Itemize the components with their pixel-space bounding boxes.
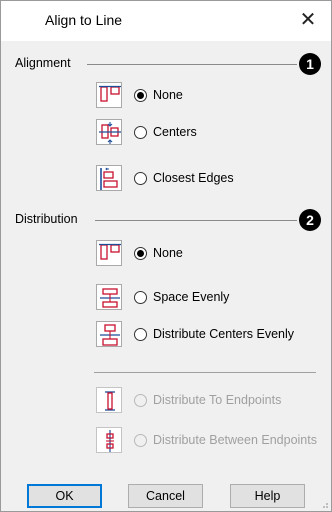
help-button[interactable]: Help <box>230 484 305 508</box>
distribution-centers-evenly-radio[interactable] <box>134 328 147 341</box>
between-endpoints-icon <box>96 427 122 453</box>
distribution-centers-evenly-label: Distribute Centers Evenly <box>153 327 295 341</box>
alignment-none-radio[interactable] <box>134 89 147 102</box>
alignment-centers-label: Centers <box>153 125 197 139</box>
distribute-between-endpoints-radio <box>134 434 147 447</box>
align-none-icon[interactable] <box>96 82 122 108</box>
resize-grip-icon[interactable] <box>319 499 329 509</box>
alignment-divider <box>87 64 297 65</box>
alignment-closest-edges-radio[interactable] <box>134 172 147 185</box>
align-to-line-dialog: Align to Line ✕ Alignment 1 None Centers… <box>0 0 332 512</box>
align-centers-icon[interactable] <box>96 119 122 145</box>
distribution-section-label: Distribution <box>15 212 78 226</box>
distribution-space-evenly-radio[interactable] <box>134 291 147 304</box>
dialog-title: Align to Line <box>45 12 123 28</box>
alignment-closest-edges-label: Closest Edges <box>153 171 234 185</box>
ok-button[interactable]: OK <box>27 484 102 508</box>
endpoints-icon <box>96 387 122 413</box>
close-icon[interactable]: ✕ <box>291 5 325 35</box>
distribute-to-endpoints-label: Distribute To Endpoints <box>153 393 282 407</box>
disabled-options-separator <box>94 372 316 373</box>
distribution-none-label: None <box>153 246 183 260</box>
align-edges-icon[interactable] <box>96 165 122 191</box>
alignment-none-label: None <box>153 88 183 102</box>
distribute-centers-icon[interactable] <box>96 321 122 347</box>
callout-badge-1: 1 <box>299 53 321 75</box>
distribute-between-endpoints-label: Distribute Between Endpoints <box>153 433 317 447</box>
alignment-centers-radio[interactable] <box>134 126 147 139</box>
distribute-none-icon[interactable] <box>96 240 122 266</box>
dialog-content: Alignment 1 None Centers Closest Edges D… <box>1 41 331 511</box>
alignment-section-label: Alignment <box>15 56 71 70</box>
distribute-to-endpoints-radio <box>134 394 147 407</box>
distribution-divider <box>95 220 297 221</box>
callout-badge-2: 2 <box>299 209 321 231</box>
cancel-button[interactable]: Cancel <box>128 484 203 508</box>
distribution-space-evenly-label: Space Evenly <box>153 290 230 304</box>
distribution-none-radio[interactable] <box>134 247 147 260</box>
space-evenly-icon[interactable] <box>96 284 122 310</box>
title-bar: Align to Line ✕ <box>1 1 331 41</box>
